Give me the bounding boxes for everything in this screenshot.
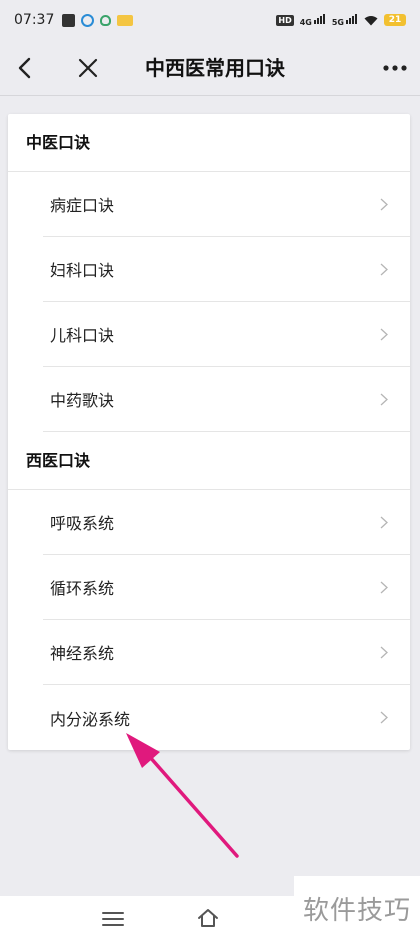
leaf-notification-icon [100,14,112,26]
chevron-right-icon [380,198,388,211]
signal-4g-icon: 4G [299,13,326,27]
chevron-right-icon [380,711,388,724]
list-item-shenjing[interactable]: 神经系统 [43,620,410,685]
status-bar: 07:37 HD 4G 5G 21 [0,0,420,40]
list-item-label: 病症口诀 [50,196,115,215]
list-item-xunhuan[interactable]: 循环系统 [43,555,410,620]
list-item-label: 循环系统 [50,579,115,598]
status-indicators: HD 4G 5G 21 [276,13,406,27]
page-title: 中西医常用口诀 [145,56,285,80]
chevron-right-icon [380,516,388,529]
browser-notification-icon [81,13,95,27]
wifi-icon [364,15,378,25]
signal-5g-label: 5G [331,17,344,27]
watermark: 软件技巧 [294,876,420,940]
list-item-label: 神经系统 [50,644,115,663]
chevron-right-icon [380,646,388,659]
more-dots-icon[interactable] [380,54,410,82]
hd-icon: HD [276,14,294,26]
notification-icons [62,13,134,27]
signal-4g-label: 4G [299,17,312,27]
list-item-huxi[interactable]: 呼吸系统 [43,490,410,555]
list-item-fuke[interactable]: 妇科口诀 [43,237,410,302]
home-icon[interactable] [196,906,220,930]
menu-icon[interactable] [102,911,124,927]
content-card: 中医口诀 病症口诀 妇科口诀 儿科口诀 中药歌诀 西医口诀 呼吸系统 循环系统 … [8,114,410,750]
section-title-tcm: 中医口诀 [8,114,410,172]
list-item-neifenmi[interactable]: 内分泌系统 [43,685,410,750]
list-item-label: 妇科口诀 [50,261,115,280]
status-time: 07:37 [14,12,55,28]
chevron-right-icon [380,328,388,341]
back-icon[interactable] [12,54,40,82]
list-item-zhongyao[interactable]: 中药歌诀 [43,367,410,432]
list-item-label: 中药歌诀 [50,391,115,410]
list-item-bingzheng[interactable]: 病症口诀 [43,172,410,237]
battery-icon: 21 [384,14,406,26]
list-item-label: 呼吸系统 [50,514,115,533]
nav-bar: 中西医常用口诀 [0,40,420,96]
list-item-erke[interactable]: 儿科口诀 [43,302,410,367]
close-icon[interactable] [74,54,102,82]
app-notification-icon [62,13,76,27]
chevron-right-icon [380,263,388,276]
list-item-label: 儿科口诀 [50,326,115,345]
chevron-right-icon [380,581,388,594]
signal-5g-icon: 5G [331,13,358,27]
chevron-right-icon [380,393,388,406]
section-title-western: 西医口诀 [8,432,410,490]
list-item-label: 内分泌系统 [50,709,131,729]
app-badge-notification-icon [117,14,134,26]
